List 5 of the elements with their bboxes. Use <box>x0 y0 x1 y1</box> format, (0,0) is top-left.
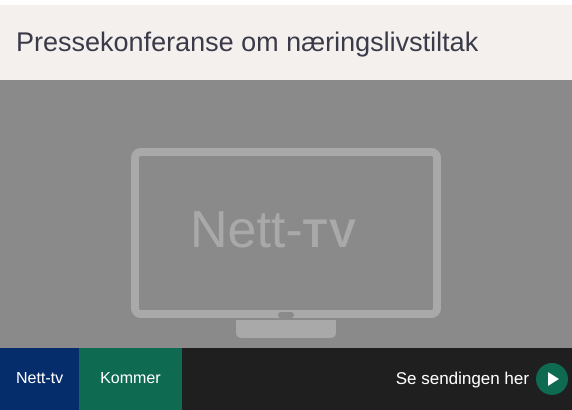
category-tag[interactable]: Nett-tv <box>0 348 80 410</box>
category-tag[interactable]: Kommer <box>79 348 182 410</box>
play-icon[interactable] <box>536 363 568 395</box>
watch-link[interactable]: Se sendingen her <box>396 369 529 389</box>
page-title: Pressekonferanse om næringslivstiltak <box>16 27 478 58</box>
